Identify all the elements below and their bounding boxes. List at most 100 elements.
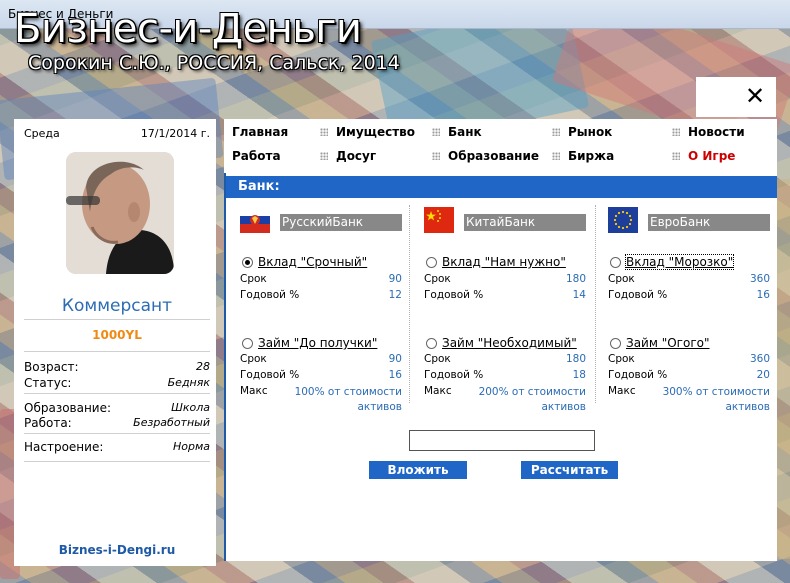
- rate-label: Годовой %: [608, 369, 668, 381]
- max-label: Макс: [608, 385, 636, 397]
- stat-label: Настроение:: [24, 440, 104, 454]
- divider: [24, 393, 210, 394]
- main-nav: Главная Имущество Банк Рынок Новости Раб…: [224, 119, 777, 173]
- term-value: 360: [749, 353, 770, 365]
- max-value: 300% от стоимости активов: [662, 386, 770, 413]
- term-label: Срок: [240, 273, 267, 285]
- nav-about[interactable]: О Игре: [688, 149, 735, 163]
- rate-label: Годовой %: [424, 369, 484, 381]
- nav-leisure[interactable]: Досуг: [336, 149, 376, 163]
- deposit-title[interactable]: Вклад "Срочный": [258, 255, 367, 269]
- stat-label: Работа:: [24, 416, 72, 430]
- dots-icon: [672, 128, 680, 136]
- dots-icon: [552, 152, 560, 160]
- dots-icon: [552, 128, 560, 136]
- money-balance: 1000YL: [92, 328, 142, 342]
- nav-news[interactable]: Новости: [688, 125, 745, 139]
- dots-icon: [432, 152, 440, 160]
- stat-label: Статус:: [24, 376, 72, 390]
- stat-label: Возраст:: [24, 360, 79, 374]
- rate-value: 16: [388, 369, 402, 381]
- loan-radio[interactable]: [426, 338, 437, 349]
- loan-title[interactable]: Займ "Огого": [626, 336, 710, 350]
- divider: [24, 351, 210, 352]
- rank-title: Коммерсант: [24, 296, 210, 320]
- rate-label: Годовой %: [240, 289, 300, 301]
- term-label: Срок: [240, 353, 267, 365]
- stat-value: 28: [196, 360, 210, 373]
- column-divider: [595, 205, 596, 403]
- invest-button[interactable]: Вложить: [369, 461, 467, 479]
- rate-label: Годовой %: [240, 369, 300, 381]
- max-value: 200% от стоимости активов: [478, 386, 586, 413]
- rate-value: 16: [756, 289, 770, 301]
- deposit-title[interactable]: Вклад "Морозко": [624, 254, 735, 270]
- bank-column-eu: ЕвроБанк Вклад "Морозко" Срок 360 Годово…: [608, 203, 778, 413]
- close-icon[interactable]: ✕: [743, 84, 767, 109]
- loan-title[interactable]: Займ "Необходимый": [442, 336, 577, 350]
- stat-value: Бедняк: [167, 376, 210, 389]
- deposit-radio[interactable]: [610, 257, 621, 268]
- bank-column-china: КитайБанк Вклад "Нам нужно" Срок 180 Год…: [424, 203, 594, 413]
- bank-name: КитайБанк: [464, 214, 586, 231]
- stat-label: Образование:: [24, 401, 112, 415]
- nav-property[interactable]: Имущество: [336, 125, 415, 139]
- profile-panel: Среда 17/1/2014 г. Коммерсант 1000YL Воз…: [14, 119, 216, 566]
- loan-title[interactable]: Займ "До получки": [258, 336, 377, 350]
- term-value: 180: [565, 273, 586, 285]
- china-flag-icon: [424, 207, 454, 233]
- nav-education[interactable]: Образование: [448, 149, 539, 163]
- russia-flag-icon: [240, 207, 270, 233]
- nav-exchange[interactable]: Биржа: [568, 149, 614, 163]
- rate-value: 18: [572, 369, 586, 381]
- term-value: 90: [388, 273, 402, 285]
- dots-icon: [432, 128, 440, 136]
- dots-icon: [672, 152, 680, 160]
- term-label: Срок: [424, 273, 451, 285]
- rate-label: Годовой %: [608, 289, 668, 301]
- max-label: Макс: [424, 385, 452, 397]
- deposit-radio[interactable]: [242, 257, 253, 268]
- bank-header: Банк:: [226, 176, 777, 198]
- dots-icon: [320, 128, 328, 136]
- eu-flag-icon: [608, 207, 638, 233]
- nav-work[interactable]: Работа: [232, 149, 281, 163]
- term-label: Срок: [608, 273, 635, 285]
- deposit-radio[interactable]: [426, 257, 437, 268]
- rate-value: 12: [388, 289, 402, 301]
- app-title: Бизнес-и-Деньги: [14, 6, 362, 52]
- rate-value: 20: [756, 369, 770, 381]
- rate-label: Годовой %: [424, 289, 484, 301]
- calculate-button[interactable]: Рассчитать: [521, 461, 618, 479]
- site-link[interactable]: Biznes-i-Dengi.ru: [24, 543, 210, 557]
- bank-name: РусскийБанк: [280, 214, 402, 231]
- deposit-title[interactable]: Вклад "Нам нужно": [442, 255, 566, 269]
- avatar: [66, 152, 174, 274]
- stat-value: Норма: [172, 440, 210, 453]
- loan-radio[interactable]: [242, 338, 253, 349]
- divider: [24, 461, 210, 462]
- stat-value: Безработный: [133, 416, 210, 429]
- loan-radio[interactable]: [610, 338, 621, 349]
- nav-main[interactable]: Главная: [232, 125, 288, 139]
- term-label: Срок: [424, 353, 451, 365]
- term-value: 360: [749, 273, 770, 285]
- amount-input[interactable]: [409, 430, 595, 451]
- nav-bank[interactable]: Банк: [448, 125, 482, 139]
- bank-column-russia: РусскийБанк Вклад "Срочный" Срок 90 Годо…: [240, 203, 410, 413]
- rate-value: 14: [572, 289, 586, 301]
- divider: [24, 433, 210, 434]
- term-value: 180: [565, 353, 586, 365]
- max-label: Макс: [240, 385, 268, 397]
- bank-panel: Банк: РусскийБанк Вклад "Срочный" Срок 9…: [224, 173, 777, 561]
- nav-market[interactable]: Рынок: [568, 125, 612, 139]
- bank-name: ЕвроБанк: [648, 214, 770, 231]
- max-value: 100% от стоимости активов: [294, 386, 402, 413]
- app-subtitle: Сорокин С.Ю., РОССИЯ, Сальск, 2014: [28, 52, 400, 74]
- dots-icon: [320, 152, 328, 160]
- stat-value: Школа: [171, 401, 210, 414]
- weekday: Среда: [24, 127, 60, 140]
- term-value: 90: [388, 353, 402, 365]
- term-label: Срок: [608, 353, 635, 365]
- current-date: 17/1/2014 г.: [140, 127, 210, 140]
